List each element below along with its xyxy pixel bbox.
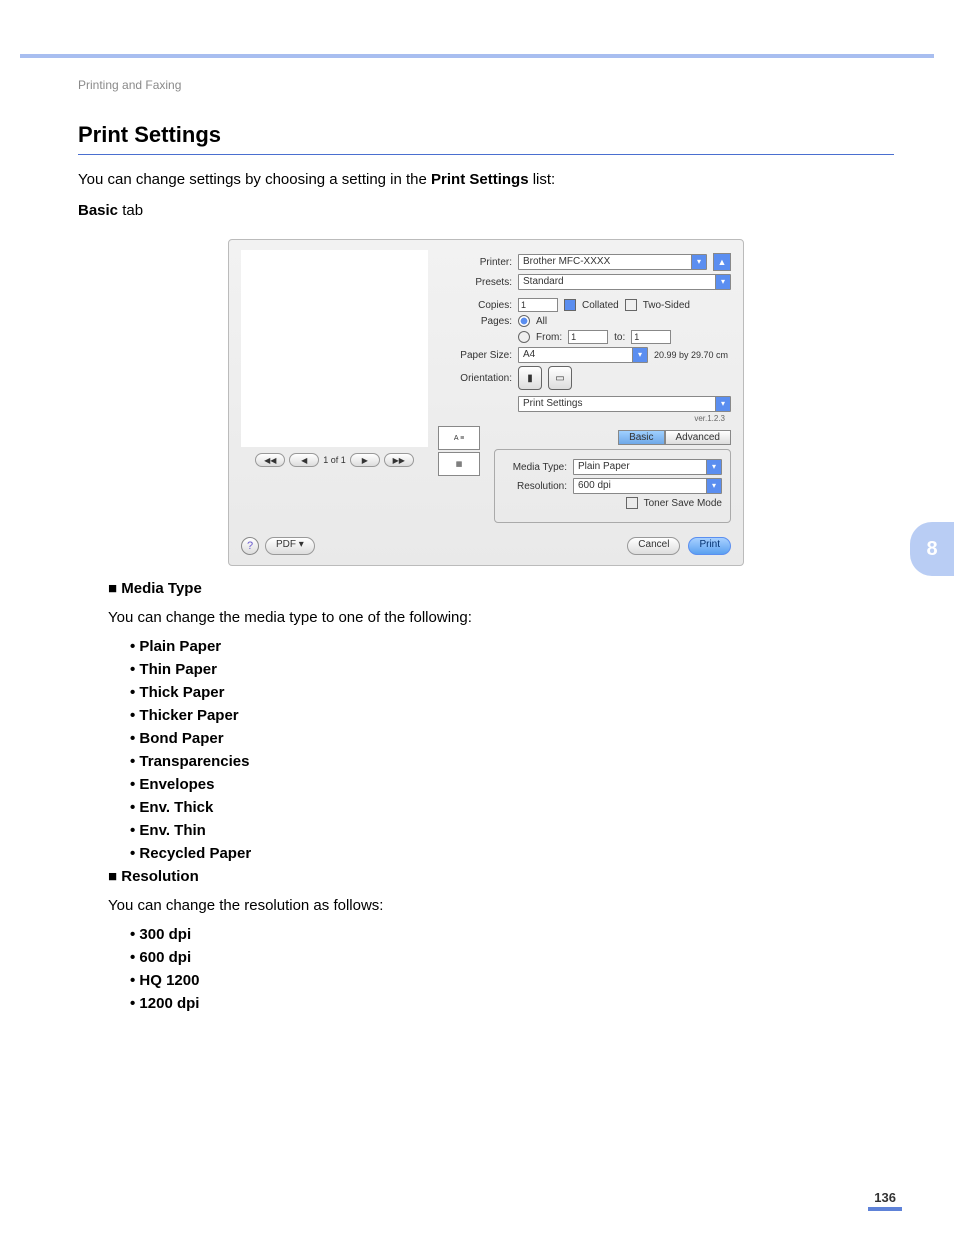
last-page-button[interactable]: ▶▶ [384,453,414,467]
chapter-number: 8 [926,538,937,561]
media-type-label: Media Type: [503,462,567,473]
list-item: Thin Paper [130,661,894,678]
pdf-menu-button[interactable]: PDF ▾ [265,537,315,555]
chevron-down-icon: ▾ [706,460,721,474]
list-item: 600 dpi [130,949,894,966]
to-input[interactable]: 1 [631,330,671,344]
toner-save-label: Toner Save Mode [644,498,722,509]
tab-basic[interactable]: Basic [618,430,664,445]
prev-page-button[interactable]: ◀ [289,453,319,467]
list-item: Transparencies [130,753,894,770]
list-item: Envelopes [130,776,894,793]
orientation-portrait-button[interactable]: ▮ [518,366,542,390]
media-type-select[interactable]: Plain Paper▾ [573,459,722,475]
print-dialog-screenshot: ◀◀ ◀ 1 of 1 ▶ ▶▶ Printer: Brother MFC-XX… [228,239,744,566]
help-button[interactable]: ? [241,537,259,555]
from-input[interactable]: 1 [568,330,608,344]
resolution-select[interactable]: 600 dpi▾ [573,478,722,494]
tab-advanced[interactable]: Advanced [665,430,731,445]
list-item: Env. Thin [130,822,894,839]
list-item: Bond Paper [130,730,894,747]
paper-size-select[interactable]: A4▾ [518,347,648,363]
resolution-heading: Resolution [108,868,894,885]
from-label: From: [536,332,562,343]
collated-checkbox[interactable] [564,299,576,311]
list-item: 300 dpi [130,926,894,943]
paper-size-label: Paper Size: [438,350,512,361]
chevron-down-icon: ▾ [691,255,706,269]
copies-input[interactable]: 1 [518,298,558,312]
two-sided-checkbox[interactable] [625,299,637,311]
resolution-desc: You can change the resolution as follows… [78,895,894,916]
copies-label: Copies: [438,300,512,311]
intro-text: You can change settings by choosing a se… [78,169,894,190]
list-item: Thicker Paper [130,707,894,724]
print-button[interactable]: Print [688,537,731,555]
page-indicator: 1 of 1 [323,455,346,465]
list-item: Plain Paper [130,638,894,655]
chapter-tab: 8 [910,522,954,576]
presets-label: Presets: [438,277,512,288]
sample-thumbs: A ≡ ▦ [438,426,480,523]
orientation-landscape-button[interactable]: ▭ [548,366,572,390]
expand-button[interactable]: ▲ [713,253,731,271]
settings-section-select[interactable]: Print Settings▾ [518,396,731,412]
basic-tab-label: Basic tab [78,200,894,221]
list-item: Thick Paper [130,684,894,701]
list-item: Env. Thick [130,799,894,816]
collated-label: Collated [582,300,619,311]
chevron-down-icon: ▾ [715,397,730,411]
chevron-down-icon: ▾ [706,479,721,493]
page-number: 136 [868,1190,902,1211]
page-title: Print Settings [78,122,894,155]
cancel-button[interactable]: Cancel [627,537,680,555]
list-item: Recycled Paper [130,845,894,862]
preview-pane [241,250,428,447]
media-type-desc: You can change the media type to one of … [78,607,894,628]
presets-select[interactable]: Standard▾ [518,274,731,290]
pages-from-radio[interactable] [518,331,530,343]
orientation-label: Orientation: [438,373,512,384]
printer-label: Printer: [438,257,512,268]
breadcrumb: Printing and Faxing [78,78,894,92]
list-item: 1200 dpi [130,995,894,1012]
list-item: HQ 1200 [130,972,894,989]
pages-label: Pages: [438,316,512,327]
printer-select[interactable]: Brother MFC-XXXX▾ [518,254,707,270]
chevron-down-icon: ▾ [715,275,730,289]
first-page-button[interactable]: ◀◀ [255,453,285,467]
resolution-list: 300 dpi 600 dpi HQ 1200 1200 dpi [78,926,894,1012]
paper-dimensions: 20.99 by 29.70 cm [654,350,728,360]
two-sided-label: Two-Sided [643,300,690,311]
pager: ◀◀ ◀ 1 of 1 ▶ ▶▶ [241,453,428,467]
toner-save-checkbox[interactable] [626,497,638,509]
pages-all-label: All [536,316,547,327]
media-type-heading: Media Type [108,580,894,597]
pages-all-radio[interactable] [518,315,530,327]
chevron-down-icon: ▾ [632,348,647,362]
to-label: to: [614,332,625,343]
next-page-button[interactable]: ▶ [350,453,380,467]
media-type-list: Plain Paper Thin Paper Thick Paper Thicker … [78,638,894,862]
resolution-label: Resolution: [503,481,567,492]
version-label: ver.1.2.3 [694,414,725,423]
